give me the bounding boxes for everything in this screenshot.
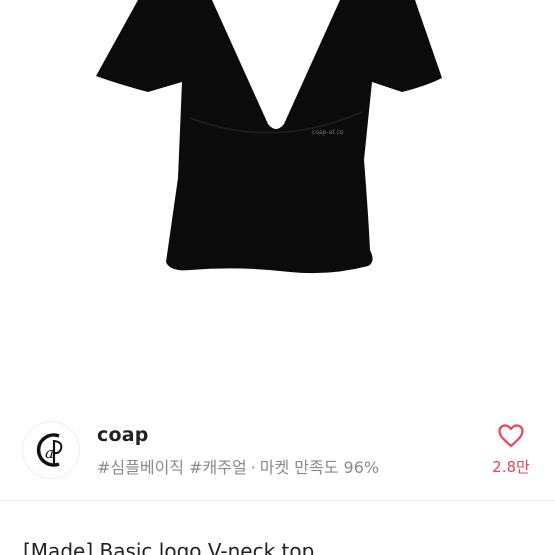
shirt-print: coap-at.co [312, 129, 344, 136]
meta-separator: · [250, 458, 256, 477]
black-vneck-top-photo: coap-at.co [96, 0, 442, 274]
coap-monogram-logo: a [24, 423, 78, 477]
shop-info-row: a coap #심플베이직 #캐주얼 · 마켓 만족도 96% 2.8만 [0, 410, 555, 482]
shop-name[interactable]: coap [97, 424, 149, 446]
heart-icon [498, 424, 524, 448]
shop-meta: #심플베이직 #캐주얼 · 마켓 만족도 96% [97, 454, 379, 478]
product-detail-page: coap-at.co a coap #심플베이직 #캐주얼 · 마켓 만족도 96%… [0, 0, 555, 555]
shop-avatar[interactable]: a [23, 422, 79, 478]
section-divider [0, 500, 555, 501]
product-image[interactable]: coap-at.co [0, 0, 555, 400]
shop-tags[interactable]: #심플베이직 #캐주얼 [97, 458, 247, 477]
svg-text:a: a [45, 444, 54, 462]
product-title: [Made] Basic logo V-neck top [23, 539, 315, 555]
like-count: 2.8만 [492, 458, 530, 476]
shop-satisfaction: 마켓 만족도 96% [259, 458, 380, 477]
like-button[interactable]: 2.8만 [489, 422, 533, 478]
